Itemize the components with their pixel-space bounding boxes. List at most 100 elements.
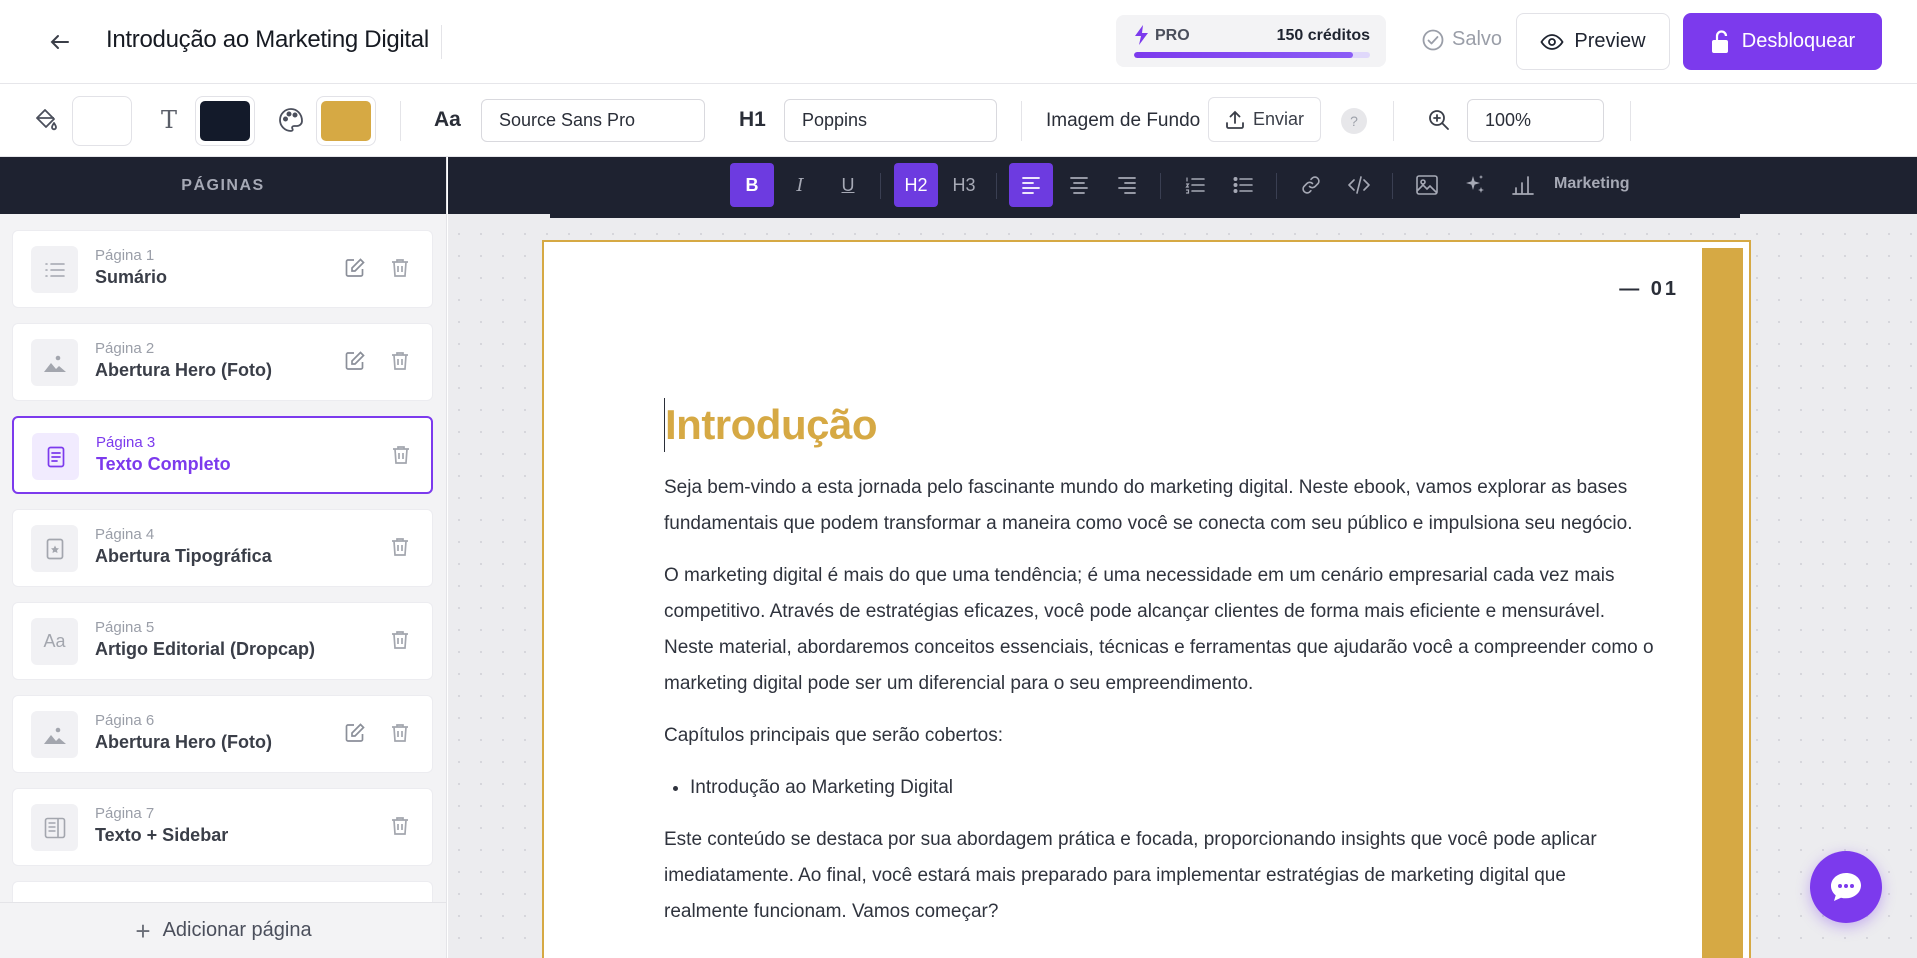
add-page-button[interactable]: + Adicionar página <box>0 902 446 958</box>
typography-icon: Aa <box>31 618 78 665</box>
previous-page-edge <box>550 214 1740 218</box>
document-title[interactable]: Introdução ao Marketing Digital <box>106 26 429 54</box>
underline-button[interactable]: U <box>826 163 870 207</box>
page-item-4[interactable]: Página 4 Abertura Tipográfica <box>12 509 433 587</box>
sidebar-layout-icon <box>31 804 78 851</box>
bullet-list-button[interactable] <box>1221 163 1265 207</box>
chat-button[interactable] <box>1810 851 1882 923</box>
document-icon <box>32 433 79 480</box>
format-toolbar: B I U H2 H3 Marketing <box>448 157 1917 214</box>
insert-chart-button[interactable] <box>1501 163 1545 207</box>
ai-sparkle-button[interactable] <box>1453 163 1497 207</box>
ebook-page[interactable]: — 01 Introdução Seja bem-vindo a esta jo… <box>542 240 1751 958</box>
zoom-input[interactable]: 100% <box>1467 99 1604 142</box>
pages-sidebar: PÁGINAS Página 1 Sumário Página 2 Abertu… <box>0 157 447 958</box>
credits-widget[interactable]: PRO 150 créditos <box>1116 15 1386 67</box>
arrow-left-icon <box>50 35 69 49</box>
align-center-button[interactable] <box>1057 163 1101 207</box>
align-right-icon <box>1118 177 1136 194</box>
trash-icon[interactable] <box>389 257 411 284</box>
background-color-swatch[interactable] <box>72 96 132 146</box>
divider <box>1392 173 1393 199</box>
bullet-list[interactable]: Introdução ao Marketing Digital <box>690 770 1654 806</box>
ordered-list-icon <box>1185 177 1205 194</box>
category-label[interactable]: Marketing <box>1554 175 1630 193</box>
paragraph[interactable]: Capítulos principais que serão cobertos: <box>664 718 1654 754</box>
insert-image-button[interactable] <box>1405 163 1449 207</box>
bold-button[interactable]: B <box>730 163 774 207</box>
page-item-1[interactable]: Página 1 Sumário <box>12 230 433 308</box>
link-button[interactable] <box>1289 163 1333 207</box>
trash-icon[interactable] <box>389 722 411 749</box>
zoom-in-icon[interactable] <box>1423 104 1455 136</box>
unlock-button[interactable]: Desbloquear <box>1683 13 1882 70</box>
credits-progress-fill <box>1134 52 1354 58</box>
page-name: Artigo Editorial (Dropcap) <box>95 639 315 659</box>
body-font-select[interactable]: Source Sans Pro <box>481 99 705 142</box>
credits-count: 150 créditos <box>1276 27 1370 44</box>
align-center-icon <box>1070 177 1088 194</box>
divider <box>996 173 997 199</box>
divider <box>1160 173 1161 199</box>
h3-button[interactable]: H3 <box>942 163 986 207</box>
edit-icon[interactable] <box>344 257 366 284</box>
trash-icon[interactable] <box>389 536 411 563</box>
paragraph[interactable]: Este conteúdo se destaca por sua abordag… <box>664 822 1654 930</box>
edit-icon[interactable] <box>344 722 366 749</box>
ordered-list-button[interactable] <box>1173 163 1217 207</box>
trash-icon[interactable] <box>389 815 411 842</box>
page-item-6[interactable]: Página 6 Abertura Hero (Foto) <box>12 695 433 773</box>
body-font-label: Aa <box>434 108 461 131</box>
unlock-label: Desbloquear <box>1741 30 1856 52</box>
trash-icon[interactable] <box>390 444 412 471</box>
code-icon <box>1348 176 1370 194</box>
swatch-fill <box>321 101 371 141</box>
back-button[interactable] <box>42 24 78 60</box>
divider <box>1393 101 1394 141</box>
trash-icon[interactable] <box>389 350 411 377</box>
style-toolbar: T Aa Source Sans Pro H1 Poppins Imagem d… <box>0 84 1917 157</box>
bar-chart-icon <box>1512 176 1534 195</box>
align-left-icon <box>1022 177 1040 194</box>
edit-icon[interactable] <box>344 350 366 377</box>
page-name: Sumário <box>95 267 168 287</box>
italic-button[interactable]: I <box>778 163 822 207</box>
saved-label: Salvo <box>1452 28 1503 50</box>
list-item[interactable]: Introdução ao Marketing Digital <box>690 770 1654 806</box>
page-item-2[interactable]: Página 2 Abertura Hero (Foto) <box>12 323 433 401</box>
page-item-7[interactable]: Página 7 Texto + Sidebar <box>12 788 433 866</box>
image-icon <box>1416 175 1438 195</box>
top-bar: Introdução ao Marketing Digital PRO 150 … <box>0 0 1917 84</box>
plus-icon: + <box>135 915 151 946</box>
text-color-swatch[interactable] <box>195 96 255 146</box>
upload-button[interactable]: Enviar <box>1208 97 1321 142</box>
page-number-label: — 01 <box>1619 278 1679 300</box>
trash-icon[interactable] <box>389 629 411 656</box>
h2-button[interactable]: H2 <box>894 163 938 207</box>
code-button[interactable] <box>1337 163 1381 207</box>
swatch-fill <box>77 101 127 141</box>
page-name: Abertura Tipográfica <box>95 546 272 566</box>
align-right-button[interactable] <box>1105 163 1149 207</box>
page-accent-bar <box>1702 248 1743 958</box>
page-name: Abertura Hero (Foto) <box>95 732 272 752</box>
page-number: Página 2 <box>95 340 155 357</box>
page-content[interactable]: Introdução Seja bem-vindo a esta jornada… <box>664 398 1654 946</box>
list-icon <box>31 246 78 293</box>
accent-color-swatch[interactable] <box>316 96 376 146</box>
page-number: Página 6 <box>95 712 155 729</box>
bookmark-icon <box>31 525 78 572</box>
help-icon[interactable]: ? <box>1341 108 1367 134</box>
page-heading[interactable]: Introdução <box>664 398 1654 452</box>
page-item-5[interactable]: Aa Página 5 Artigo Editorial (Dropcap) <box>12 602 433 680</box>
align-left-button[interactable] <box>1009 163 1053 207</box>
preview-button[interactable]: Preview <box>1516 13 1670 70</box>
image-icon <box>31 711 78 758</box>
heading-font-select[interactable]: Poppins <box>784 99 997 142</box>
paragraph[interactable]: O marketing digital é mais do que uma te… <box>664 558 1654 702</box>
divider <box>1276 173 1277 199</box>
sparkles-icon <box>1466 175 1484 193</box>
page-item-3[interactable]: Página 3 Texto Completo <box>12 416 433 494</box>
divider <box>400 101 401 141</box>
paragraph[interactable]: Seja bem-vindo a esta jornada pelo fasci… <box>664 470 1654 542</box>
